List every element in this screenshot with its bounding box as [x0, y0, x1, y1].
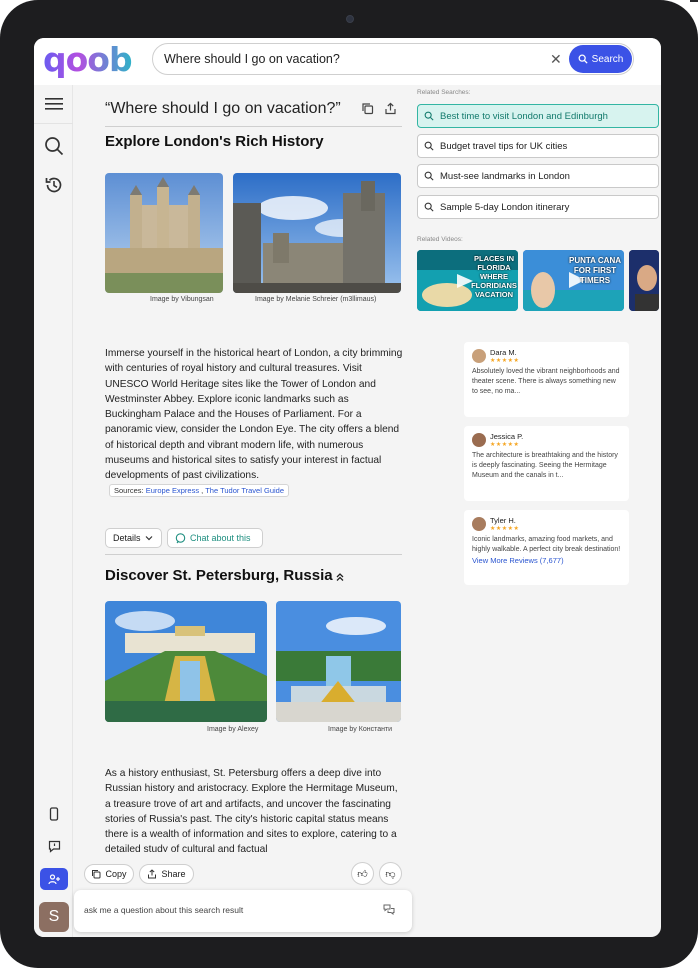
video-thumbnail[interactable] [629, 250, 659, 311]
search-button-label: Search [591, 53, 624, 65]
related-search-label: Must-see landmarks in London [440, 170, 570, 182]
thumbs-up-icon[interactable]: 👍︎ [351, 862, 374, 885]
chat-about-button[interactable]: Chat about this [167, 528, 263, 548]
star-rating: ★★★★★ [490, 442, 520, 448]
search-icon [424, 171, 434, 181]
device-icon[interactable] [43, 803, 65, 825]
avatar [472, 517, 486, 531]
collapse-icon[interactable] [335, 569, 345, 587]
details-label: Details [113, 533, 141, 543]
search-input[interactable]: Where should I go on vacation? [164, 52, 340, 66]
share-label: Share [161, 869, 186, 879]
chat-about-label: Chat about this [190, 533, 251, 543]
related-search-label: Sample 5-day London itinerary [440, 201, 570, 213]
clear-icon[interactable]: ✕ [550, 51, 562, 68]
share-icon [148, 869, 157, 879]
review-text: The architecture is breathtaking and the… [472, 452, 618, 480]
related-search-item[interactable]: Budget travel tips for UK cities [417, 134, 659, 158]
video-thumbnail[interactable]: PLACES IN FLORIDA WHERE FLORIDIANS VACAT… [417, 250, 518, 311]
search-icon [424, 202, 434, 212]
logo[interactable]: qoob [43, 41, 133, 79]
video-thumbnail[interactable]: PUNTA CANA FOR FIRST TIMERS [523, 250, 624, 311]
avatar[interactable]: S [39, 902, 69, 932]
review-card[interactable]: Tyler H. ★★★★★ Iconic landmarks, amazing… [464, 510, 629, 585]
search-bar: Where should I go on vacation? ✕ Search [152, 43, 634, 75]
star-rating: ★★★★★ [490, 358, 520, 364]
avatar [472, 349, 486, 363]
related-videos-label: Related Videos: [417, 236, 463, 243]
ask-input[interactable]: ask me a question about this search resu… [84, 905, 243, 915]
source-link[interactable]: Europe Express [146, 486, 199, 495]
copy-icon[interactable] [361, 102, 374, 115]
section-paragraph-london: Immerse yourself in the historical heart… [105, 348, 403, 482]
review-text: Absolutely loved the vibrant neighborhoo… [472, 368, 620, 396]
related-search-item[interactable]: Sample 5-day London itinerary [417, 195, 659, 219]
related-search-item[interactable]: Must-see landmarks in London [417, 164, 659, 188]
section-heading-st-petersburg: Discover St. Petersburg, Russia [105, 567, 333, 584]
device-button [690, 0, 698, 2]
sources-box: Sources: Europe Express , The Tudor Trav… [109, 484, 289, 497]
top-bar: qoob Where should I go on vacation? ✕ Se… [34, 38, 661, 85]
history-icon[interactable] [43, 174, 65, 196]
menu-icon[interactable] [43, 93, 65, 115]
image-caption: Image by Alexey [207, 726, 259, 733]
review-text: Iconic landmarks, amazing food markets, … [472, 536, 621, 554]
share-icon[interactable] [384, 102, 397, 115]
peterhof-fountain-image[interactable] [276, 601, 401, 722]
review-card[interactable]: Jessica P. ★★★★★ The architecture is bre… [464, 426, 629, 501]
star-rating: ★★★★★ [490, 526, 520, 532]
avatar [472, 433, 486, 447]
reviewer-name: Dara M. [490, 348, 517, 357]
image-caption: Image by Vibungsan [150, 296, 214, 303]
image-caption: Image by Константи [328, 726, 393, 733]
image-caption: Image by Melanie Schreier (m3llimaus) [255, 296, 377, 303]
thumbs-down-icon[interactable]: 👎︎ [379, 862, 402, 885]
copy-icon [92, 870, 101, 879]
related-search-label: Best time to visit London and Edinburgh [440, 110, 608, 122]
divider [105, 126, 402, 127]
search-icon [424, 111, 434, 121]
copy-label: Copy [105, 869, 127, 879]
search-icon [424, 141, 434, 151]
add-user-icon [48, 873, 60, 884]
share-button[interactable]: Share [139, 864, 194, 884]
add-user-button[interactable] [40, 868, 68, 890]
view-more-reviews-link[interactable]: View More Reviews (7,677) [472, 556, 621, 565]
peterhof-image[interactable] [105, 601, 267, 722]
video-title: PUNTA CANA FOR FIRST TIMERS [569, 256, 621, 285]
source-link[interactable]: The Tudor Travel Guide [205, 486, 284, 495]
section-heading-london: Explore London's Rich History [105, 133, 324, 150]
review-card[interactable]: Dara M. ★★★★★ Absolutely loved the vibra… [464, 342, 629, 417]
feedback-icon[interactable] [43, 835, 65, 857]
camera [346, 15, 354, 23]
search-icon [578, 54, 588, 64]
ask-input-box[interactable]: ask me a question about this search resu… [74, 890, 412, 932]
related-search-label: Budget travel tips for UK cities [440, 140, 568, 152]
video-title: PLACES IN FLORIDA WHERE FLORIDIANS VACAT… [471, 254, 517, 299]
section-paragraph-st-petersburg: As a history enthusiast, St. Petersburg … [105, 768, 398, 852]
details-dropdown[interactable]: Details [105, 528, 162, 548]
search-icon[interactable] [43, 135, 65, 157]
related-search-item[interactable]: Best time to visit London and Edinburgh [417, 104, 659, 128]
sources-label: Sources: [114, 486, 144, 495]
reviewer-name: Jessica P. [490, 432, 524, 441]
related-searches-label: Related Searches: [417, 89, 471, 96]
chat-icon [175, 532, 186, 543]
chevron-down-icon [145, 536, 152, 541]
divider [105, 554, 402, 555]
page-title: “Where should I go on vacation?” [105, 100, 341, 117]
chat-bubbles-icon[interactable] [383, 904, 395, 918]
app-screen: qoob Where should I go on vacation? ✕ Se… [34, 38, 661, 937]
castle-image[interactable] [233, 173, 401, 293]
rail-divider [34, 123, 73, 124]
reviewer-name: Tyler H. [490, 516, 516, 525]
tower-of-london-image[interactable] [105, 173, 223, 293]
search-button[interactable]: Search [569, 45, 632, 73]
tablet-frame: qoob Where should I go on vacation? ✕ Se… [0, 0, 698, 968]
left-rail: S [34, 85, 73, 937]
copy-button[interactable]: Copy [84, 864, 134, 884]
